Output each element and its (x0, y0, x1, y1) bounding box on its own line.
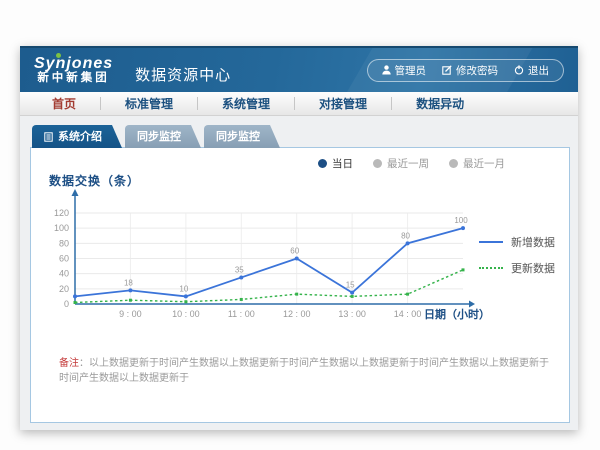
svg-text:15: 15 (346, 281, 355, 290)
content-panel: 当日 最近一周 最近一月 数据交换（条） 0204060801001209 : … (30, 147, 570, 423)
tab-bar: 系统介绍 同步监控 同步监控 (32, 125, 283, 148)
tab-label: 同步监控 (216, 126, 260, 148)
svg-text:20: 20 (59, 284, 69, 294)
range-filter-today[interactable]: 当日 (318, 156, 353, 171)
user-label: 管理员 (395, 63, 427, 78)
svg-text:40: 40 (59, 269, 69, 279)
legend-item-updated-data[interactable]: 更新数据 (479, 260, 555, 276)
app-window: Synjones 新中新集团 数据资源中心 管理员 修改密码 (20, 46, 578, 430)
radio-icon (373, 159, 382, 168)
svg-text:13 : 00: 13 : 00 (338, 309, 366, 319)
range-filter-label: 最近一月 (463, 156, 505, 171)
tab-label: 同步监控 (137, 126, 181, 148)
footer-note-body: ：以上数据更新于时间产生数据以上数据更新于时间产生数据以上数据更新于时间产生数据… (59, 358, 549, 384)
nav-item-home[interactable]: 首页 (28, 92, 100, 116)
svg-text:120: 120 (54, 208, 69, 218)
document-icon (44, 132, 53, 142)
chart-area: 0 20 40 60 80 100 120 9 : 00 10 : 00 11 : 00 12 : … (43, 186, 493, 338)
page-title: 数据资源中心 (135, 64, 231, 85)
svg-text:100: 100 (54, 223, 69, 233)
svg-text:80: 80 (401, 231, 410, 240)
chart-legend: 新增数据 更新数据 (479, 234, 555, 286)
tab-system-intro[interactable]: 系统介绍 (32, 125, 122, 148)
change-password-button[interactable]: 修改密码 (442, 63, 498, 78)
footer-note-prefix: 备注 (59, 358, 79, 369)
svg-text:11 : 00: 11 : 00 (228, 309, 255, 319)
svg-text:10 : 00: 10 : 00 (172, 309, 200, 319)
main-nav: 首页 标准管理 系统管理 对接管理 数据异动 (20, 92, 578, 116)
nav-item-interface-mgmt[interactable]: 对接管理 (295, 92, 391, 116)
power-icon (514, 65, 524, 75)
svg-text:80: 80 (59, 238, 69, 248)
tab-sync-monitor-2[interactable]: 同步监控 (204, 125, 280, 148)
svg-text:60: 60 (290, 247, 299, 256)
nav-item-data-change[interactable]: 数据异动 (392, 92, 488, 116)
line-chart: 0 20 40 60 80 100 120 9 : 00 10 : 00 11 : 00 12 : … (43, 186, 493, 338)
legend-label: 新增数据 (511, 234, 555, 250)
user-toolbar: 管理员 修改密码 退出 (367, 59, 565, 82)
user-icon (382, 65, 391, 75)
logo: Synjones 新中新集团 (34, 55, 125, 85)
legend-line-solid-swatch (479, 241, 503, 243)
legend-label: 更新数据 (511, 260, 555, 276)
svg-text:9 : 00: 9 : 00 (119, 309, 142, 319)
svg-text:14 : 00: 14 : 00 (394, 309, 422, 319)
range-filter-label: 当日 (332, 156, 353, 171)
header: Synjones 新中新集团 数据资源中心 管理员 修改密码 (20, 46, 578, 92)
radio-icon (449, 159, 458, 168)
svg-text:35: 35 (235, 265, 244, 274)
range-filter-label: 最近一周 (387, 156, 429, 171)
logo-text: Synjones (34, 55, 113, 73)
svg-text:100: 100 (454, 216, 468, 225)
svg-text:12 : 00: 12 : 00 (283, 309, 311, 319)
range-filter-month[interactable]: 最近一月 (449, 156, 505, 171)
radio-icon (318, 159, 327, 168)
range-filter-week[interactable]: 最近一周 (373, 156, 429, 171)
footer-note: 备注：以上数据更新于时间产生数据以上数据更新于时间产生数据以上数据更新于时间产生… (59, 356, 555, 386)
change-password-label: 修改密码 (456, 63, 498, 78)
tab-label: 系统介绍 (58, 126, 102, 148)
legend-line-dotted-swatch (479, 267, 503, 269)
nav-item-system-mgmt[interactable]: 系统管理 (198, 92, 294, 116)
svg-text:60: 60 (59, 254, 69, 264)
user-menu[interactable]: 管理员 (382, 63, 427, 78)
tab-sync-monitor-1[interactable]: 同步监控 (125, 125, 201, 148)
svg-text:10: 10 (179, 284, 188, 293)
logout-button[interactable]: 退出 (514, 63, 549, 78)
nav-item-standard-mgmt[interactable]: 标准管理 (101, 92, 197, 116)
svg-text:18: 18 (124, 278, 133, 287)
legend-item-new-data[interactable]: 新增数据 (479, 234, 555, 250)
edit-icon (442, 65, 452, 75)
svg-text:0: 0 (64, 299, 69, 309)
logo-subtext: 新中新集团 (34, 72, 113, 85)
svg-text:日期（小时）: 日期（小时） (424, 307, 490, 321)
logout-label: 退出 (528, 63, 549, 78)
range-filter-group: 当日 最近一周 最近一月 (318, 156, 505, 171)
logo-accent-dot (56, 53, 61, 58)
